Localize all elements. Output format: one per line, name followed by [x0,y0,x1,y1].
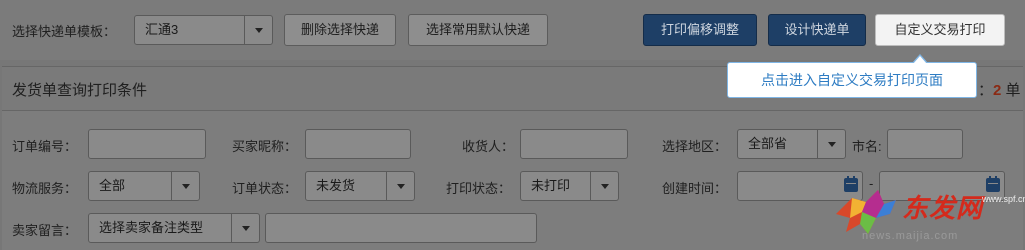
watermark-url: news.maijia.com [862,230,959,242]
chevron-down-icon[interactable] [817,130,845,158]
order-no-label: 订单编号： [12,139,78,154]
created-time-label: 创建时间： [662,181,728,196]
seller-note-type-value: 选择卖家备注类型 [99,220,204,235]
order-status-select-value: 未发货 [316,178,356,193]
chevron-down-icon[interactable] [231,214,259,242]
logistics-select-value: 全部 [99,178,126,193]
order-status-label: 订单状态： [232,181,298,196]
region-select-value: 全部省 [748,136,788,151]
chevron-down-icon[interactable] [244,16,272,44]
design-waybill-button[interactable]: 设计快递单 [768,14,866,46]
watermark-brand: 东发网 [902,193,984,223]
order-count: ：2 单 [978,82,1021,99]
custom-print-tooltip: 点击进入自定义交易打印页面 [727,54,977,98]
logistics-select[interactable]: 全部 [88,171,200,201]
receiver-label: 收货人： [462,139,515,154]
order-status-select[interactable]: 未发货 [305,171,415,201]
seller-note-input[interactable] [265,213,537,243]
panel-title: 发货单查询打印条件 [12,82,148,99]
city-label: 市名: [852,139,882,154]
print-status-select[interactable]: 未打印 [520,171,619,201]
order-count-value: 2 [993,82,1002,99]
template-label: 选择快递单模板： [12,24,117,39]
print-status-select-value: 未打印 [531,178,571,193]
page: 选择快递单模板： 汇通3 删除选择快递 选择常用默认快递 打印偏移调整 设计快递… [0,0,1025,250]
receiver-input[interactable] [520,129,628,159]
buyer-nick-input[interactable] [305,129,411,159]
print-status-label: 打印状态： [446,181,512,196]
city-input[interactable] [887,129,963,159]
chevron-down-icon[interactable] [171,172,199,200]
template-select-value: 汇通3 [145,22,179,37]
custom-trade-print-button[interactable]: 自定义交易打印 [875,14,1005,46]
chevron-down-icon[interactable] [386,172,414,200]
chevron-down-icon[interactable] [590,172,618,200]
watermark-small: www.spf.cn [982,194,1025,204]
delete-express-button[interactable]: 删除选择快递 [284,14,396,46]
region-select[interactable]: 全部省 [737,129,846,159]
template-select[interactable]: 汇通3 [134,15,273,45]
seller-note-type-select[interactable]: 选择卖家备注类型 [88,213,260,243]
seller-note-label: 卖家留言： [12,223,78,238]
buyer-nick-label: 买家昵称： [232,139,298,154]
order-no-input[interactable] [88,129,206,159]
region-label: 选择地区： [662,139,728,154]
toolbar: 选择快递单模板： 汇通3 删除选择快递 选择常用默认快递 打印偏移调整 设计快递… [0,0,1025,60]
select-default-express-button[interactable]: 选择常用默认快递 [408,14,548,46]
logistics-label: 物流服务： [12,181,78,196]
print-offset-button[interactable]: 打印偏移调整 [643,14,757,46]
watermark: 东发网 www.spf.cn news.maijia.com [832,180,1025,248]
